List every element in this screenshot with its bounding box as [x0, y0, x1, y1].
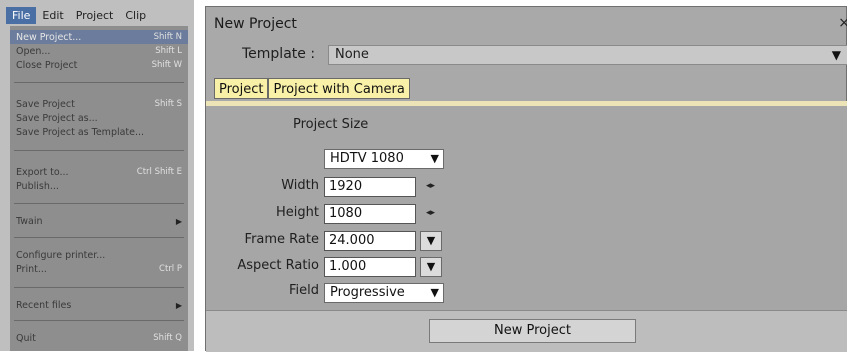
close-icon[interactable]: ×: [838, 15, 847, 31]
file-dropdown-menu: New Project... Shift N Open... Shift L C…: [10, 26, 188, 351]
menu-item-shortcut: Shift Q: [153, 333, 182, 343]
template-select[interactable]: None ▼: [328, 45, 847, 65]
menu-edit[interactable]: Edit: [36, 7, 69, 24]
chevron-down-icon: ▼: [430, 286, 439, 299]
new-project-button[interactable]: New Project: [429, 319, 636, 343]
menu-separator: [14, 287, 184, 288]
frame-rate-field[interactable]: 24.000: [324, 231, 416, 251]
menu-item-label: Publish...: [16, 180, 59, 192]
project-settings-panel: Project Size HDTV 1080 ▼ Width 1920 ◂▸ H…: [206, 106, 847, 310]
submenu-arrow-icon: ▶: [175, 216, 182, 226]
new-project-dialog: New Project × Template : None ▼ Project …: [205, 6, 847, 352]
menu-separator: [14, 82, 184, 83]
field-order-select[interactable]: Progressive ▼: [324, 283, 444, 303]
frame-rate-dropdown[interactable]: ▼: [420, 231, 442, 251]
height-label: Height: [276, 205, 319, 220]
menu-item-label: Export to...: [16, 166, 69, 178]
menu-item-shortcut: Shift L: [155, 46, 182, 56]
dialog-title: New Project: [214, 16, 297, 32]
chevron-down-icon: ▼: [430, 152, 439, 165]
tab-project[interactable]: Project: [214, 78, 269, 99]
menu-separator: [14, 237, 184, 238]
menu-item-quit[interactable]: Quit Shift Q: [10, 331, 188, 345]
chevron-down-icon: ▼: [426, 260, 436, 273]
menu-item-label: Save Project as Template...: [16, 126, 145, 138]
menu-clip[interactable]: Clip: [119, 7, 152, 24]
aspect-ratio-label: Aspect Ratio: [237, 258, 319, 273]
submenu-arrow-icon: ▶: [175, 300, 182, 310]
menu-item-shortcut: Shift S: [154, 99, 182, 109]
aspect-ratio-field[interactable]: 1.000: [324, 257, 416, 277]
width-value: 1920: [329, 179, 363, 194]
menu-separator: [14, 203, 184, 204]
menu-item-shortcut: Ctrl P: [159, 264, 182, 274]
menu-item-configure-printer[interactable]: Configure printer...: [10, 248, 188, 262]
tab-project-with-camera[interactable]: Project with Camera: [268, 78, 410, 99]
section-title: Project Size: [293, 117, 369, 132]
menu-item-label: Open...: [16, 45, 51, 57]
height-field[interactable]: 1080: [324, 204, 416, 224]
width-field[interactable]: 1920: [324, 177, 416, 197]
menu-item-label: Twain: [16, 215, 43, 227]
chevron-down-icon: ▼: [831, 48, 841, 62]
size-preset-select[interactable]: HDTV 1080 ▼: [324, 149, 444, 169]
menu-item-export-to[interactable]: Export to... Ctrl Shift E: [10, 165, 188, 179]
spin-arrows-icon[interactable]: ◂▸: [426, 208, 435, 218]
spin-arrows-icon[interactable]: ◂▸: [426, 181, 435, 191]
menu-item-save-project[interactable]: Save Project Shift S: [10, 97, 188, 111]
menu-bar: File Edit Project Clip: [6, 4, 192, 26]
menu-item-label: Print...: [16, 263, 47, 275]
menu-file[interactable]: File: [6, 6, 37, 24]
menu-item-publish[interactable]: Publish...: [10, 179, 188, 193]
frame-rate-label: Frame Rate: [244, 232, 319, 247]
menu-item-close-project[interactable]: Close Project Shift W: [10, 58, 188, 72]
menu-item-label: Save Project: [16, 98, 75, 110]
menu-item-label: Recent files: [16, 299, 72, 311]
menu-item-label: Save Project as...: [16, 112, 98, 124]
width-label: Width: [281, 178, 319, 193]
field-label: Field: [288, 283, 319, 298]
menu-item-shortcut: Shift W: [151, 60, 182, 70]
chevron-down-icon: ▼: [426, 234, 436, 247]
frame-rate-value: 24.000: [329, 233, 375, 248]
menu-item-recent-files[interactable]: Recent files ▶: [10, 298, 188, 312]
menu-item-open[interactable]: Open... Shift L: [10, 44, 188, 58]
menu-item-label: Configure printer...: [16, 249, 106, 261]
menu-item-label: New Project...: [16, 31, 82, 43]
menu-item-twain[interactable]: Twain ▶: [10, 214, 188, 228]
template-label: Template :: [242, 46, 316, 62]
size-preset-value: HDTV 1080: [330, 151, 404, 166]
menu-project[interactable]: Project: [70, 7, 120, 24]
file-menu-panel: File Edit Project Clip New Project... Sh…: [0, 0, 194, 351]
aspect-ratio-dropdown[interactable]: ▼: [420, 257, 442, 277]
menu-item-save-project-as[interactable]: Save Project as...: [10, 111, 188, 125]
menu-item-print[interactable]: Print... Ctrl P: [10, 262, 188, 276]
menu-item-label: Close Project: [16, 59, 78, 71]
menu-item-save-as-template[interactable]: Save Project as Template...: [10, 125, 188, 139]
dialog-tabs: Project Project with Camera: [214, 78, 410, 99]
menu-item-label: Quit: [16, 332, 36, 344]
menu-item-shortcut: Shift N: [153, 32, 182, 42]
menu-separator: [14, 320, 184, 321]
menu-separator: [14, 150, 184, 151]
aspect-ratio-value: 1.000: [329, 259, 367, 274]
dialog-footer: New Project: [206, 310, 847, 352]
menu-item-shortcut: Ctrl Shift E: [136, 167, 182, 177]
menu-item-new-project[interactable]: New Project... Shift N: [10, 30, 188, 44]
template-value: None: [335, 47, 369, 62]
height-value: 1080: [329, 206, 363, 221]
field-order-value: Progressive: [330, 285, 405, 300]
